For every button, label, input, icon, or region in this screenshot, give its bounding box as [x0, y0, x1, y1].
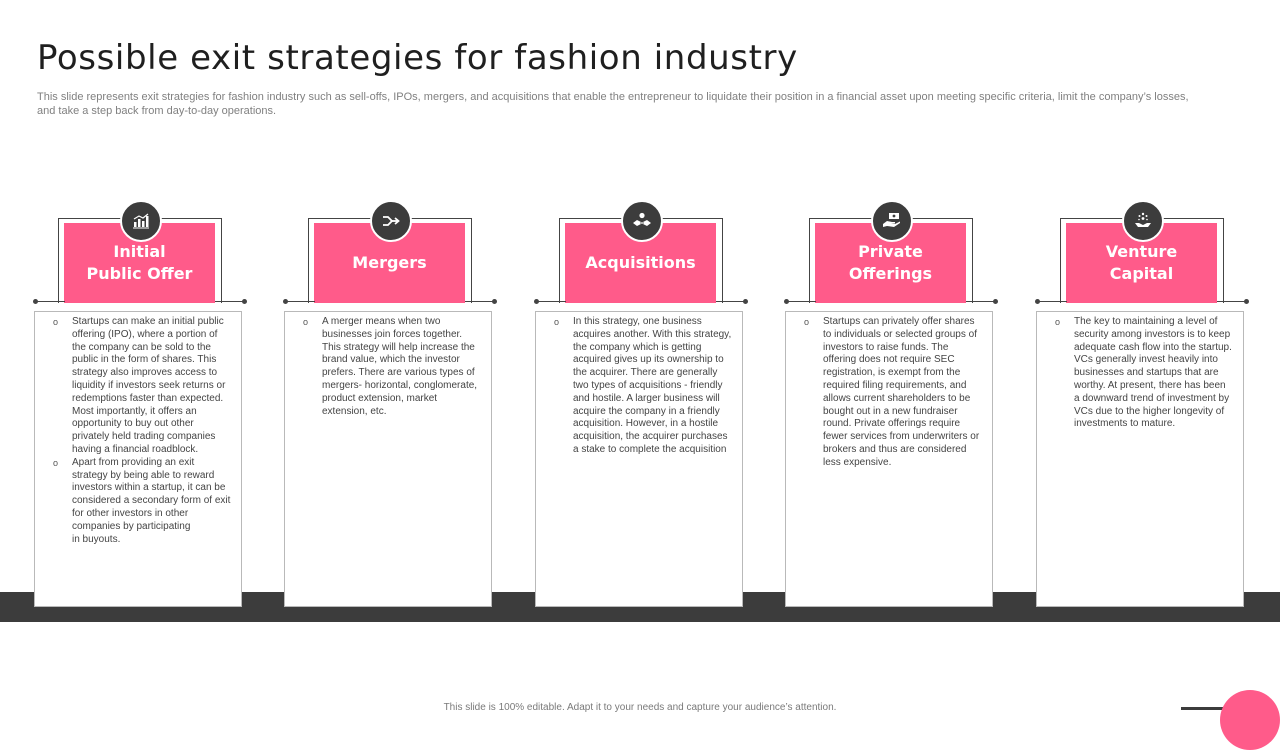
- connector-line-left: [285, 301, 315, 302]
- card-body: Startups can privately offer shares to i…: [785, 311, 993, 607]
- connector-line-left: [536, 301, 566, 302]
- bullet-item: The key to maintaining a level of securi…: [1053, 316, 1233, 431]
- handshake-icon: [621, 200, 663, 242]
- slide-subtitle: This slide represents exit strategies fo…: [37, 91, 1189, 117]
- card-initial-public-offer: Initial Public Offer Startups can make a…: [33, 200, 247, 608]
- bullet-item: Startups can privately offer shares to i…: [802, 316, 982, 470]
- connector-dot-right: [1244, 299, 1249, 304]
- connector-dot-right: [492, 299, 497, 304]
- slide-title: Possible exit strategies for fashion ind…: [37, 38, 798, 78]
- bullet-item: In this strategy, one business acquires …: [552, 316, 732, 457]
- merge-arrow-icon: [370, 200, 412, 242]
- connector-dot-right: [743, 299, 748, 304]
- connector-dot-right: [242, 299, 247, 304]
- connector-line-left: [786, 301, 816, 302]
- connector-dot-left: [1035, 299, 1040, 304]
- connector-line-left: [1037, 301, 1067, 302]
- card-body: The key to maintaining a level of securi…: [1036, 311, 1244, 607]
- connector-dot-left: [33, 299, 38, 304]
- card-body: A merger means when two businesses join …: [284, 311, 492, 607]
- card-private-offerings: Private Offerings Startups can privately…: [784, 200, 998, 608]
- connector-line-right: [966, 301, 996, 302]
- bullet-item: Startups can make an initial public offe…: [51, 316, 231, 457]
- bullet-item: Apart from providing an exit strategy by…: [51, 457, 231, 547]
- hand-money-icon: [871, 200, 913, 242]
- connector-dot-left: [784, 299, 789, 304]
- hand-growth-icon: [1122, 200, 1164, 242]
- connector-line-right: [1217, 301, 1247, 302]
- connector-line-right: [716, 301, 746, 302]
- connector-line-left: [35, 301, 65, 302]
- connector-dot-left: [534, 299, 539, 304]
- connector-dot-left: [283, 299, 288, 304]
- card-acquisitions: Acquisitions In this strategy, one busin…: [534, 200, 748, 608]
- connector-line-right: [465, 301, 495, 302]
- card-venture-capital: Venture Capital The key to maintaining a…: [1035, 200, 1249, 608]
- card-mergers: Mergers A merger means when two business…: [283, 200, 497, 608]
- connector-dot-right: [993, 299, 998, 304]
- bullet-item: A merger means when two businesses join …: [301, 316, 481, 418]
- footer-decor-circle: [1220, 690, 1280, 750]
- footer-note: This slide is 100% editable. Adapt it to…: [443, 702, 837, 713]
- bar-chart-icon: [120, 200, 162, 242]
- card-body: Startups can make an initial public offe…: [34, 311, 242, 607]
- connector-line-right: [215, 301, 245, 302]
- card-body: In this strategy, one business acquires …: [535, 311, 743, 607]
